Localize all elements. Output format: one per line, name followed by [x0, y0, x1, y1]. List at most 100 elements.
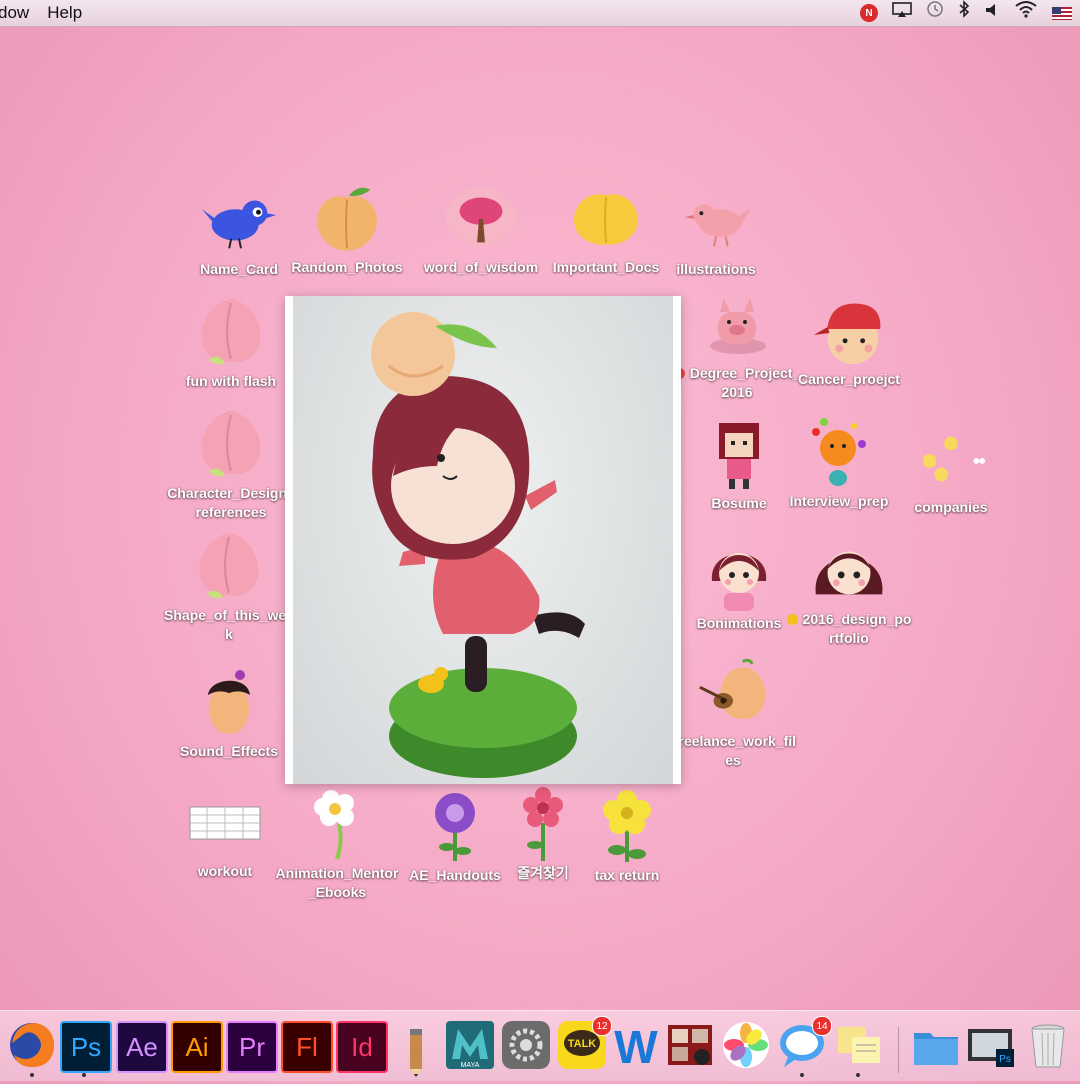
- desktop-icon-freelance-work-files[interactable]: Freelance_work_files: [668, 658, 798, 770]
- chicks-icon: [912, 424, 990, 494]
- svg-text:Ps: Ps: [999, 1054, 1011, 1065]
- desktop-icon-degree-project-2016[interactable]: Degree_Project_2016: [672, 290, 802, 402]
- desktop-icon-random-photos[interactable]: Random_Photos: [282, 184, 412, 277]
- desktop-icon-animation-mentor-ebooks[interactable]: Animation_Mentor_Ebooks: [272, 790, 402, 902]
- maya-icon: MAYA: [446, 1021, 494, 1069]
- photoshop-icon: Ps: [60, 1021, 112, 1073]
- dock: Ps Ae Ai Pr Fl Id MAYA TALK 12 W 14 Ps: [0, 1010, 1080, 1081]
- desktop-icon-sound-effects[interactable]: Sound_Effects: [164, 668, 294, 761]
- after-effects-icon: Ae: [116, 1021, 168, 1073]
- peach-icon: [308, 184, 386, 254]
- pixel-girl-icon: [700, 420, 778, 490]
- icon-label: illustrations: [676, 261, 756, 277]
- dock-word[interactable]: W: [610, 1019, 662, 1073]
- dock-photos[interactable]: [720, 1019, 772, 1071]
- dock-stickies[interactable]: [832, 1019, 884, 1077]
- icon-label: Animation_Mentor_Ebooks: [275, 865, 399, 900]
- icon-label: fun with flash: [185, 373, 277, 389]
- yellow-tag-icon: [786, 614, 798, 625]
- indesign-icon: Id: [336, 1021, 388, 1073]
- dock-indesign[interactable]: Id: [334, 1019, 388, 1073]
- dock-pencil[interactable]: [390, 1019, 442, 1077]
- peach-pink-icon: [190, 532, 268, 602]
- desktop-icon-shape-of-this-week[interactable]: Shape_of_this_week: [164, 532, 294, 644]
- svg-text:W: W: [614, 1021, 658, 1071]
- notification-icon[interactable]: N: [860, 4, 878, 22]
- photos-icon: [723, 1022, 769, 1068]
- running-indicator: [856, 1073, 860, 1077]
- desktop-icon-companies[interactable]: companies: [886, 424, 1016, 517]
- gear-icon: [502, 1021, 550, 1069]
- girl-face-icon: [700, 540, 778, 611]
- peach-pink-icon: [192, 410, 270, 480]
- desktop-icon-illustrations[interactable]: illustrations: [651, 186, 781, 279]
- folder-icon: [914, 1033, 958, 1065]
- photo-booth-icon: [668, 1025, 712, 1065]
- menu-bar: dow Help N: [0, 0, 1080, 27]
- icon-label: Sound_Effects: [179, 743, 278, 759]
- dock-flash[interactable]: Fl: [279, 1019, 333, 1073]
- bluetooth-icon[interactable]: [958, 0, 970, 26]
- icon-label: Degree_Project_2016: [672, 364, 802, 402]
- icon-label: Shape_of_this_week: [164, 607, 294, 642]
- dock-photoshop[interactable]: Ps: [58, 1019, 112, 1077]
- tree-icon: [442, 184, 520, 254]
- icon-label: Random_Photos: [291, 259, 403, 275]
- menu-help[interactable]: Help: [47, 3, 82, 23]
- figurine-photo[interactable]: [285, 296, 681, 784]
- desktop-icon-2016-design-portfolio[interactable]: 2016_design_portfolio: [784, 536, 914, 648]
- dock-maya[interactable]: MAYA: [444, 1019, 496, 1071]
- dock-folder[interactable]: [910, 1019, 962, 1071]
- peach-girl-icon: [190, 668, 268, 738]
- orange-character-icon: [800, 418, 878, 488]
- white-flower-icon: [298, 790, 376, 860]
- desktop-icon-tax-return[interactable]: tax return: [562, 790, 692, 885]
- wifi-icon[interactable]: [1014, 0, 1038, 26]
- desktop-icon-workout[interactable]: workout: [160, 788, 290, 881]
- airplay-icon[interactable]: [892, 0, 912, 26]
- dock-system-preferences[interactable]: [500, 1019, 552, 1071]
- desktop-icon-interview-prep[interactable]: Interview_prep: [774, 418, 904, 511]
- desktop-icon-word-of-wisdom[interactable]: word_of_wisdom: [416, 184, 546, 277]
- trash-icon: [1031, 1024, 1065, 1068]
- dock-photo-booth[interactable]: [664, 1019, 716, 1071]
- dock-photoshop-document[interactable]: Ps: [966, 1019, 1018, 1071]
- volume-icon[interactable]: [984, 0, 1000, 26]
- icon-label: Cancer_proejct: [798, 371, 900, 387]
- icon-label: word_of_wisdom: [423, 259, 539, 275]
- kakaotalk-badge: 12: [592, 1016, 612, 1036]
- icon-label: Character_Design_references: [167, 485, 295, 520]
- icon-label: Interview_prep: [789, 493, 889, 509]
- illustrator-icon: Ai: [171, 1021, 223, 1073]
- menu-window[interactable]: dow: [0, 3, 29, 23]
- photo-image: [293, 296, 673, 784]
- desktop-icon-character-design-references[interactable]: Character_Design_references: [166, 410, 296, 522]
- firefox-icon: [10, 1023, 54, 1067]
- dock-kakaotalk[interactable]: TALK 12: [556, 1016, 612, 1071]
- yellow-peach-icon: [567, 184, 645, 254]
- dock-trash[interactable]: [1022, 1019, 1074, 1071]
- icon-label: 2016_design_portfolio: [784, 610, 914, 648]
- document-icon: Ps: [968, 1029, 1014, 1067]
- desktop-icon-cancer-proejct[interactable]: Cancer_proejct: [784, 296, 914, 389]
- premiere-icon: Pr: [226, 1021, 278, 1073]
- girl-face-icon: [810, 536, 888, 606]
- dock-messages[interactable]: 14: [776, 1016, 832, 1077]
- pencil-icon: [410, 1029, 422, 1077]
- time-machine-icon[interactable]: [926, 0, 944, 26]
- messages-badge: 14: [812, 1016, 832, 1036]
- flag-icon[interactable]: [1052, 6, 1072, 20]
- dock-after-effects[interactable]: Ae: [114, 1019, 168, 1073]
- word-icon: W: [614, 1021, 658, 1073]
- running-indicator: [30, 1073, 34, 1077]
- running-indicator: [800, 1073, 804, 1077]
- dock-separator: [898, 1027, 899, 1073]
- desktop-icon-fun-with-flash[interactable]: fun with flash: [166, 298, 296, 391]
- yellow-flower-icon: [588, 790, 666, 862]
- dock-premiere[interactable]: Pr: [224, 1019, 278, 1073]
- flash-icon: Fl: [281, 1021, 333, 1073]
- status-area: N: [860, 0, 1072, 26]
- dock-illustrator[interactable]: Ai: [169, 1019, 223, 1073]
- icon-label: workout: [197, 863, 253, 879]
- dock-firefox[interactable]: [6, 1019, 58, 1077]
